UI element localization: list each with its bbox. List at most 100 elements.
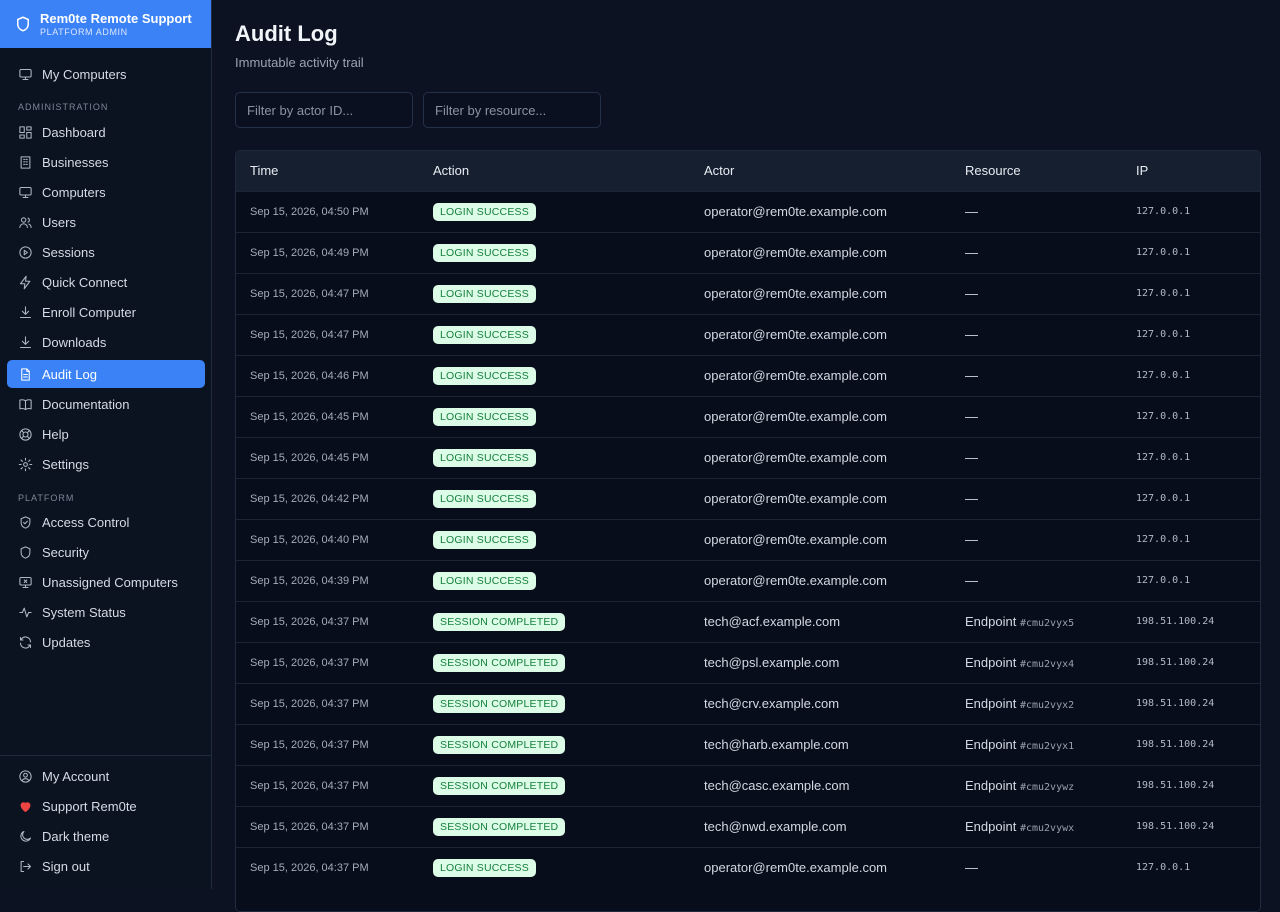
cell-ip: 198.51.100.24 (1136, 739, 1215, 750)
sidebar-item-computers[interactable]: Computers (7, 178, 205, 206)
resource-label: Endpoint (965, 655, 1017, 670)
sidebar-item-sign-out[interactable]: Sign out (7, 852, 205, 880)
cell-time: Sep 15, 2026, 04:45 PM (250, 451, 369, 464)
cell-actor: tech@harb.example.com (704, 737, 849, 752)
cell-action: LOGIN SUCCESS (419, 191, 690, 232)
sidebar-item-label: Quick Connect (42, 274, 128, 290)
sidebar-item-audit-log[interactable]: Audit Log (7, 360, 205, 388)
sidebar-item-users[interactable]: Users (7, 208, 205, 236)
cell-action: LOGIN SUCCESS (419, 519, 690, 560)
cell-ip: 127.0.0.1 (1136, 370, 1191, 381)
cell-resource: — (951, 314, 1122, 355)
table-row[interactable]: Sep 15, 2026, 04:49 PM LOGIN SUCCESS opera… (236, 232, 1260, 273)
sidebar-item-quick-connect[interactable]: Quick Connect (7, 268, 205, 296)
cell-ip: 127.0.0.1 (1136, 862, 1191, 874)
resource-filter-input[interactable] (423, 92, 601, 128)
sidebar-item-my-computers[interactable]: My Computers (7, 60, 205, 88)
dashboard-icon (17, 124, 33, 140)
table-row[interactable]: Sep 15, 2026, 04:42 PM LOGIN SUCCESS opera… (236, 478, 1260, 519)
table-row[interactable]: Sep 15, 2026, 04:37 PM SESSION COMPLETED t… (236, 642, 1260, 683)
sidebar-item-security[interactable]: Security (7, 538, 205, 566)
resource-label: — (965, 860, 978, 876)
sidebar-divider (0, 755, 212, 756)
action-badge: LOGIN SUCCESS (433, 325, 536, 344)
cell-time: Sep 15, 2026, 04:37 PM (250, 738, 369, 751)
resource-label: Endpoint (965, 737, 1017, 752)
action-badge: SESSION COMPLETED (433, 735, 566, 754)
shield-icon (17, 544, 33, 560)
table-row[interactable]: Sep 15, 2026, 04:37 PM SESSION COMPLETED t… (236, 683, 1260, 724)
table-row[interactable]: Sep 15, 2026, 04:47 PM LOGIN SUCCESS opera… (236, 314, 1260, 355)
sidebar-item-updates[interactable]: Updates (7, 628, 205, 656)
table-row[interactable]: Sep 15, 2026, 04:37 PM LOGIN SUCCESS opera… (236, 847, 1260, 888)
cell-resource: Endpoint #cmu2vywz (951, 765, 1122, 806)
cell-action: LOGIN SUCCESS (419, 478, 690, 519)
table-row[interactable]: Sep 15, 2026, 04:47 PM LOGIN SUCCESS opera… (236, 273, 1260, 314)
sidebar-item-access-control[interactable]: Access Control (7, 508, 205, 536)
section-label-platform: PLATFORM (18, 493, 75, 503)
sidebar-item-my-account[interactable]: My Account (7, 762, 205, 790)
cell-ip: 198.51.100.24 (1136, 616, 1215, 627)
column-header-actor[interactable]: Actor (690, 151, 951, 191)
sidebar-item-dark-theme[interactable]: Dark theme (7, 822, 205, 850)
table-row[interactable]: Sep 15, 2026, 04:37 PM SESSION COMPLETED t… (236, 806, 1260, 847)
sidebar-item-sessions[interactable]: Sessions (7, 238, 205, 266)
sidebar-item-label: Enroll Computer (42, 304, 136, 320)
table-row[interactable]: Sep 15, 2026, 04:37 PM SESSION COMPLETED t… (236, 765, 1260, 806)
table-row[interactable]: Sep 15, 2026, 04:39 PM LOGIN SUCCESS opera… (236, 560, 1260, 601)
column-header-time[interactable]: Time (236, 151, 419, 191)
sidebar-item-label: My Account (42, 768, 110, 784)
cell-time: Sep 15, 2026, 04:37 PM (250, 697, 369, 710)
refresh-icon (17, 634, 33, 650)
resource-id: #cmu2vyx5 (1019, 618, 1075, 629)
cell-resource: — (951, 519, 1122, 560)
resource-id: #cmu2vyx2 (1019, 700, 1075, 711)
table-row[interactable]: Sep 15, 2026, 04:37 PM SESSION COMPLETED t… (236, 601, 1260, 642)
cell-action: LOGIN SUCCESS (419, 314, 690, 355)
cell-resource: — (951, 478, 1122, 519)
sidebar-item-support[interactable]: Support Rem0te (7, 792, 205, 820)
table-row[interactable]: Sep 15, 2026, 04:50 PM LOGIN SUCCESS opera… (236, 191, 1260, 232)
table-row[interactable]: Sep 15, 2026, 04:45 PM LOGIN SUCCESS opera… (236, 396, 1260, 437)
table-row[interactable]: Sep 15, 2026, 04:37 PM SESSION COMPLETED t… (236, 724, 1260, 765)
table-row[interactable]: Sep 15, 2026, 04:40 PM LOGIN SUCCESS opera… (236, 519, 1260, 560)
audit-table: Time Action Actor Resource IP Sep 15, 20… (235, 150, 1261, 912)
cell-time: Sep 15, 2026, 04:37 PM (250, 820, 369, 833)
resource-id: #cmu2vyx1 (1019, 741, 1075, 752)
cell-action: SESSION COMPLETED (419, 806, 690, 847)
heart-icon (17, 798, 33, 814)
sidebar-item-settings[interactable]: Settings (7, 450, 205, 478)
moon-icon (17, 828, 33, 844)
download-icon (17, 334, 33, 350)
brand-header[interactable]: Rem0te Remote Support PLATFORM ADMIN (0, 0, 211, 48)
sidebar-item-enroll-computer[interactable]: Enroll Computer (7, 298, 205, 326)
sidebar-item-unassigned-computers[interactable]: Unassigned Computers (7, 568, 205, 596)
resource-label: — (965, 245, 978, 260)
column-header-ip[interactable]: IP (1122, 151, 1260, 191)
column-header-action[interactable]: Action (419, 151, 690, 191)
sidebar-item-label: Dark theme (42, 828, 110, 844)
actor-filter-input[interactable] (235, 92, 413, 128)
sidebar-item-label: Sessions (42, 244, 95, 260)
sidebar-item-documentation[interactable]: Documentation (7, 390, 205, 418)
cell-action: LOGIN SUCCESS (419, 847, 690, 888)
sidebar-item-downloads[interactable]: Downloads (7, 328, 205, 356)
sidebar-item-system-status[interactable]: System Status (7, 598, 205, 626)
cell-resource: — (951, 355, 1122, 396)
sidebar-item-label: My Computers (42, 66, 127, 82)
sidebar-item-dashboard[interactable]: Dashboard (7, 118, 205, 146)
cell-resource: — (951, 232, 1122, 273)
sidebar-item-help[interactable]: Help (7, 420, 205, 448)
table-row[interactable]: Sep 15, 2026, 04:45 PM LOGIN SUCCESS opera… (236, 437, 1260, 478)
cell-ip: 127.0.0.1 (1136, 411, 1191, 422)
cell-action: LOGIN SUCCESS (419, 437, 690, 478)
page-title: Audit Log (235, 21, 338, 46)
table-row[interactable]: Sep 15, 2026, 04:46 PM LOGIN SUCCESS opera… (236, 355, 1260, 396)
sidebar-item-businesses[interactable]: Businesses (7, 148, 205, 176)
resource-label: — (965, 450, 978, 465)
cell-resource: Endpoint #cmu2vyx1 (951, 724, 1122, 765)
action-badge: LOGIN SUCCESS (433, 489, 536, 508)
cell-actor: operator@rem0te.example.com (704, 245, 887, 260)
cell-ip: 198.51.100.24 (1136, 821, 1215, 832)
column-header-resource[interactable]: Resource (951, 151, 1122, 191)
